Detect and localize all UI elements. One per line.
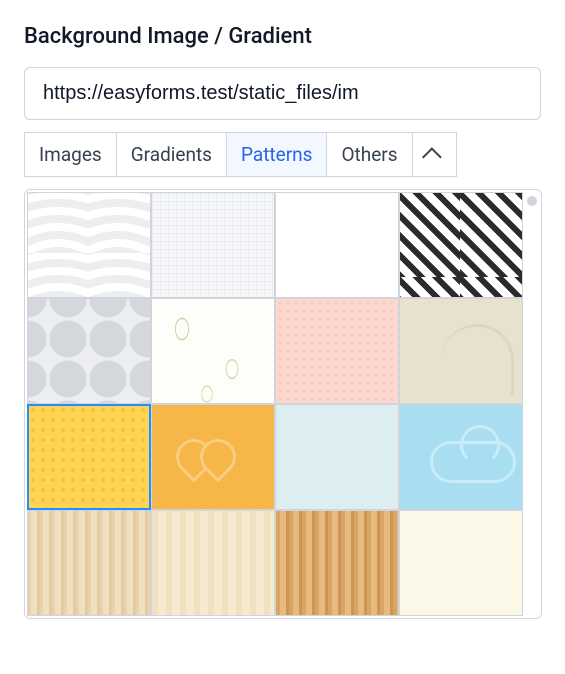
tab-gradients[interactable]: Gradients	[117, 132, 227, 177]
pattern-thumb-light-wood-1[interactable]	[27, 510, 151, 616]
pattern-thumb-subtle-grid[interactable]	[151, 192, 275, 298]
pattern-thumb-grey-quatrefoil[interactable]	[27, 298, 151, 404]
pattern-thumb-plain-white[interactable]	[275, 192, 399, 298]
pattern-thumb-peach-dots[interactable]	[275, 298, 399, 404]
pattern-thumb-diagonal-stripes[interactable]	[399, 192, 523, 298]
pattern-thumb-orange-heart[interactable]	[151, 404, 275, 510]
pattern-thumb-yellow-dot-grid[interactable]	[27, 404, 151, 510]
pattern-thumb-green-leaves[interactable]	[151, 298, 275, 404]
background-url-input[interactable]	[24, 67, 541, 120]
pattern-thumb-medium-wood[interactable]	[275, 510, 399, 616]
section-title: Background Image / Gradient	[24, 24, 541, 49]
tabs-row: Images Gradients Patterns Others	[24, 132, 541, 177]
scrollbar-thumb[interactable]	[527, 196, 537, 206]
tab-others[interactable]: Others	[327, 132, 412, 177]
pattern-thumb-waves-light[interactable]	[27, 192, 151, 298]
patterns-panel	[24, 189, 542, 619]
patterns-grid	[27, 192, 523, 616]
tab-images[interactable]: Images	[24, 132, 117, 177]
tab-patterns[interactable]: Patterns	[227, 132, 327, 177]
pattern-thumb-pale-blue[interactable]	[275, 404, 399, 510]
collapse-button[interactable]	[413, 132, 457, 177]
pattern-thumb-light-wood-2[interactable]	[151, 510, 275, 616]
pattern-thumb-sky-cloud[interactable]	[399, 404, 523, 510]
chevron-up-icon	[422, 147, 442, 167]
pattern-thumb-cream-plain[interactable]	[399, 510, 523, 616]
pattern-thumb-beige-stroller[interactable]	[399, 298, 523, 404]
